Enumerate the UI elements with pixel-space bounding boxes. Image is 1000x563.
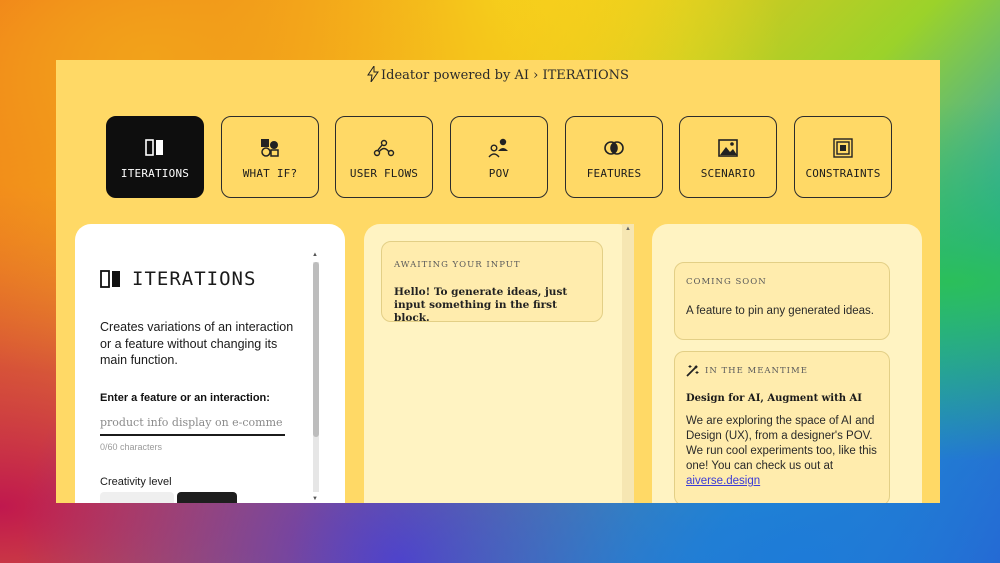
meantime-body-text: We are exploring the space of AI and Des… — [686, 415, 877, 472]
meantime-caption: IN THE MEANTIME — [705, 365, 808, 376]
meantime-card: IN THE MEANTIME Design for AI, Augment w… — [674, 351, 890, 503]
output-panel: AWAITING YOUR INPUT Hello! To generate i… — [364, 224, 634, 503]
meantime-body: We are exploring the space of AI and Des… — [686, 414, 878, 489]
tab-label: USER FLOWS — [349, 167, 419, 180]
scrollbar-thumb[interactable] — [313, 262, 319, 437]
iterations-icon — [100, 270, 120, 288]
feature-field-label: Enter a feature or an interaction: — [100, 392, 270, 404]
feature-input[interactable] — [100, 410, 285, 436]
breadcrumb: Ideator powered by AI › ITERATIONS — [56, 66, 940, 83]
breadcrumb-section: ITERATIONS — [542, 68, 629, 83]
pov-icon — [488, 138, 508, 158]
lightning-icon — [367, 66, 379, 82]
panel-scrollbar[interactable]: ▲ ▼ — [311, 252, 321, 502]
tab-scenario[interactable]: SCENARIO — [679, 116, 777, 198]
scroll-up-icon[interactable]: ▲ — [625, 226, 631, 232]
what-if-icon — [261, 139, 279, 157]
info-panel: COMING SOON A feature to pin any generat… — [652, 224, 922, 503]
coming-soon-text: A feature to pin any generated ideas. — [686, 305, 874, 317]
tab-label: FEATURES — [586, 167, 642, 180]
character-count: 0/60 characters — [100, 442, 163, 452]
panel-title: ITERATIONS — [100, 268, 256, 290]
tab-label: POV — [488, 167, 510, 180]
aiverse-link[interactable]: aiverse.design — [686, 475, 760, 487]
magic-wand-icon — [686, 365, 699, 377]
tab-label: WHAT IF? — [242, 167, 298, 180]
status-caption: AWAITING YOUR INPUT — [394, 260, 521, 270]
brand-label: Ideator powered by AI — [381, 68, 529, 83]
constraints-icon — [833, 138, 853, 158]
scenario-icon — [718, 139, 738, 157]
mode-description: Creates variations of an interaction or … — [100, 320, 294, 367]
tab-label: SCENARIO — [700, 167, 756, 180]
ideator-app: Ideator powered by AI › ITERATIONS ITERA… — [56, 60, 940, 503]
user-flows-icon — [373, 139, 395, 157]
tab-user-flows[interactable]: USER FLOWS — [335, 116, 433, 198]
coming-soon-caption: COMING SOON — [686, 277, 767, 287]
status-message: Hello! To generate ideas, just input som… — [394, 286, 568, 324]
output-scrollbar[interactable]: ▲ — [622, 224, 634, 503]
tab-what-if[interactable]: WHAT IF? — [221, 116, 319, 198]
status-card: AWAITING YOUR INPUT Hello! To generate i… — [381, 241, 603, 324]
scroll-up-icon[interactable]: ▲ — [312, 252, 318, 258]
tab-features[interactable]: FEATURES — [565, 116, 663, 198]
features-icon — [604, 141, 624, 155]
tab-label: ITERATIONS — [120, 167, 190, 180]
tab-iterations[interactable]: ITERATIONS — [106, 116, 204, 198]
tab-constraints[interactable]: CONSTRAINTS — [794, 116, 892, 198]
panel-title-text: ITERATIONS — [132, 268, 257, 290]
input-panel: ITERATIONS Creates variations of an inte… — [75, 224, 345, 503]
breadcrumb-separator: › — [533, 68, 539, 83]
creativity-option-selected[interactable] — [177, 492, 237, 503]
meantime-title: Design for AI, Augment with AI — [686, 393, 862, 404]
coming-soon-card: COMING SOON A feature to pin any generat… — [674, 262, 890, 340]
iterations-icon — [145, 139, 163, 156]
creativity-label: Creativity level — [100, 476, 172, 488]
meantime-header: IN THE MEANTIME — [686, 364, 878, 377]
tab-pov[interactable]: POV — [450, 116, 548, 198]
creativity-option-low[interactable] — [100, 492, 174, 503]
scroll-down-icon[interactable]: ▼ — [312, 496, 318, 502]
tab-label: CONSTRAINTS — [805, 167, 881, 180]
